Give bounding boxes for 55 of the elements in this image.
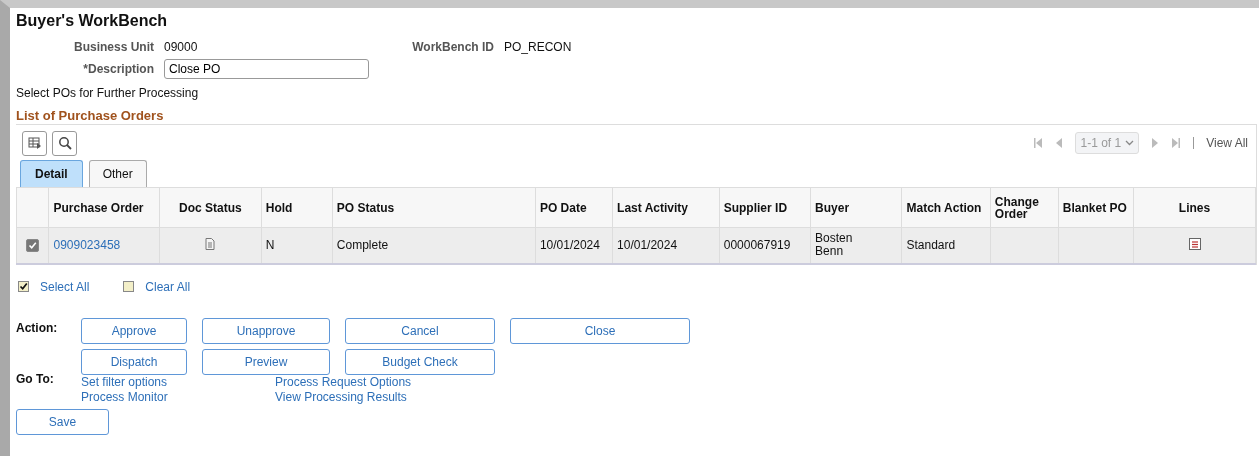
go-to-label: Go To:: [16, 370, 55, 388]
column-header: Purchase Order: [49, 187, 160, 228]
field-label: *Description: [82, 62, 155, 76]
field-value: 09000: [164, 40, 199, 54]
select-link[interactable]: Select All: [40, 279, 90, 294]
column-header: Change Order: [990, 187, 1059, 228]
go-to-link[interactable]: Process Request Options: [275, 374, 469, 390]
description-field[interactable]: Close PO: [164, 59, 369, 79]
table-cell: Standard: [906, 238, 956, 253]
view-all-link[interactable]: View All: [1206, 136, 1248, 150]
action-button[interactable]: Unapprove: [202, 317, 330, 344]
document-icon[interactable]: [205, 237, 216, 250]
select-link[interactable]: Clear All: [145, 279, 191, 294]
table-cell: 10/01/2024: [617, 238, 678, 253]
instruction-text: Select POs for Further Processing: [16, 86, 200, 102]
go-to-link[interactable]: Set filter options: [81, 374, 275, 390]
action-label: Action:: [16, 319, 59, 337]
table-cell: 10/01/2024: [539, 238, 600, 253]
go-to-link[interactable]: View Processing Results: [275, 389, 469, 405]
column-header: Supplier ID: [719, 187, 811, 228]
search-icon: [57, 136, 72, 150]
table-cell: Complete: [336, 238, 389, 253]
column-header: Last Activity: [612, 187, 720, 228]
column-header: PO Status: [332, 187, 536, 228]
action-button[interactable]: Approve: [81, 317, 187, 344]
search-button[interactable]: [52, 130, 77, 156]
action-button[interactable]: Preview: [202, 348, 330, 375]
action-button[interactable]: Budget Check: [345, 348, 495, 375]
column-header: Lines: [1133, 187, 1256, 228]
field-value: PO_RECON: [504, 40, 573, 54]
page-title: Buyer's WorkBench: [16, 12, 169, 31]
column-header: Buyer: [810, 187, 902, 228]
column-header: Blanket PO: [1058, 187, 1134, 228]
column-header: Hold: [261, 187, 333, 228]
table-cell: Bosten Benn: [815, 232, 853, 259]
action-button[interactable]: Close: [510, 317, 690, 344]
personalize-button[interactable]: [22, 130, 47, 156]
tab[interactable]: Other: [88, 160, 147, 187]
table-cell: N: [265, 238, 275, 253]
action-button[interactable]: Cancel: [345, 317, 495, 344]
table-icon: [27, 137, 42, 149]
action-button[interactable]: Dispatch: [81, 348, 187, 375]
tab[interactable]: Detail: [20, 160, 83, 187]
table-cell: 0000067919: [723, 238, 791, 253]
field-label: WorkBench ID: [411, 40, 495, 54]
column-header: Doc Status: [159, 187, 262, 228]
lines-icon[interactable]: [1188, 237, 1201, 250]
field-label: Business Unit: [73, 40, 155, 54]
section-title: List of Purchase Orders: [16, 108, 165, 123]
chevron-down-icon: [1125, 140, 1135, 146]
save-button[interactable]: Save: [16, 408, 109, 435]
column-header: Match Action: [902, 187, 991, 228]
row-checkbox[interactable]: [26, 239, 40, 253]
go-to-link[interactable]: Process Monitor: [81, 389, 275, 405]
column-header: PO Date: [535, 187, 613, 228]
